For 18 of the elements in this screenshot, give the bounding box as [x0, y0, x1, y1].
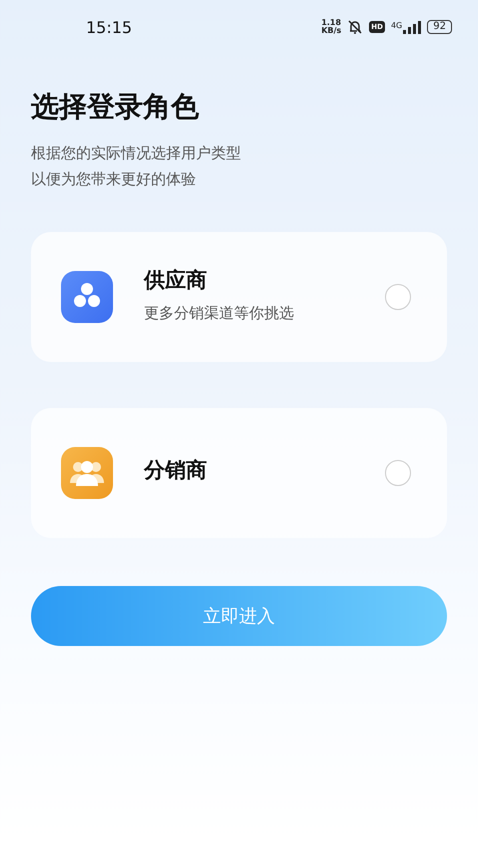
- subtitle-line: 以便为您带来更好的体验: [31, 169, 197, 190]
- subtitle-line: 根据您的实际情况选择用户类型: [31, 143, 242, 164]
- people-icon: [61, 447, 113, 499]
- role-name: 供应商: [144, 266, 208, 294]
- status-time: 15:15: [86, 18, 132, 36]
- network-speed-unit: KB/s: [321, 27, 342, 35]
- muted-bell-icon: [347, 19, 364, 35]
- network-speed-value: 1.18: [321, 19, 342, 27]
- signal-icon: [403, 20, 422, 34]
- network-type: 4G: [390, 21, 402, 30]
- role-card[interactable]: 供应商 更多分销渠道等你挑选: [31, 232, 447, 362]
- radio-button[interactable]: [385, 284, 411, 310]
- radio-button[interactable]: [385, 460, 411, 486]
- role-name: 分销商: [144, 457, 208, 484]
- page-title: 选择登录角色: [31, 90, 200, 124]
- role-card[interactable]: 分销商: [31, 408, 447, 538]
- role-description: 更多分销渠道等你挑选: [144, 304, 295, 322]
- battery-indicator: 92: [427, 20, 452, 34]
